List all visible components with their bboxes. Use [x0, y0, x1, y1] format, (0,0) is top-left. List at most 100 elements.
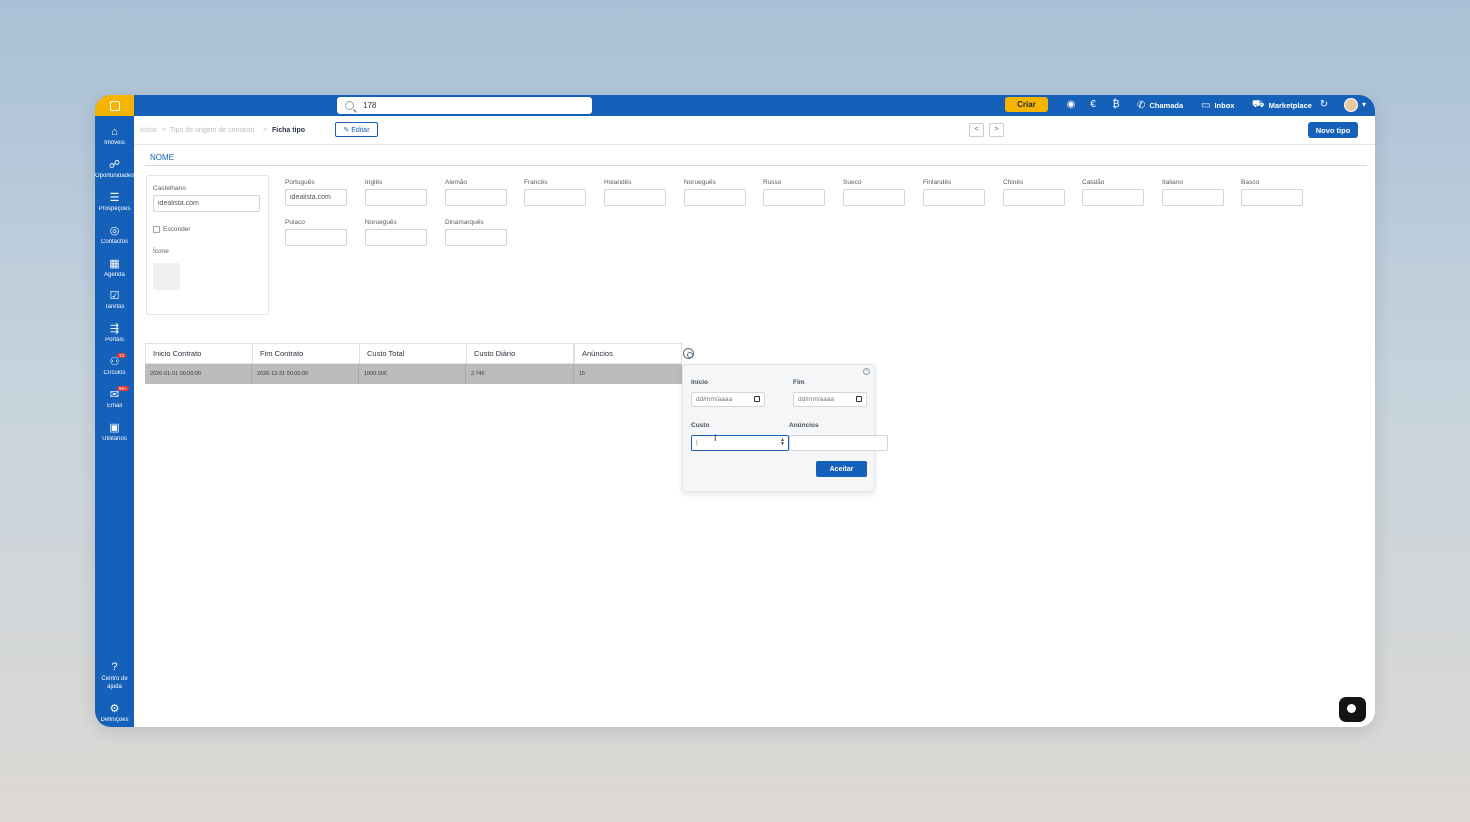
- eye-off-icon[interactable]: ◉: [1065, 99, 1077, 111]
- criar-button[interactable]: Criar: [1005, 97, 1048, 112]
- sidebar-item-email[interactable]: ✉ 99+ Email: [95, 386, 134, 409]
- lang-field-russo[interactable]: [763, 189, 825, 206]
- column-header[interactable]: Fim Contrato: [252, 343, 360, 364]
- table-cell: 2.74€: [466, 364, 574, 384]
- fim-date-input[interactable]: dd/mm/aaaa: [793, 392, 867, 407]
- search-input[interactable]: [363, 101, 563, 110]
- breadcrumb: Início > Tipo de origem de contacto > Fi…: [134, 116, 1375, 145]
- lang-label-portugues: Português: [285, 179, 315, 186]
- search-icon: [345, 101, 354, 110]
- stepper-icon[interactable]: ▲ ▼: [780, 438, 785, 447]
- custo-label: Custo: [691, 422, 710, 429]
- sidebar-item-label: Imóveis: [104, 140, 125, 146]
- lang-field-portugues[interactable]: [285, 189, 347, 206]
- lang-label-chines: Chinês: [1003, 179, 1024, 186]
- aceitar-button[interactable]: Aceitar: [816, 461, 867, 477]
- chamada-link[interactable]: ✆ Chamada: [1137, 99, 1183, 111]
- house-icon: ⌂: [111, 126, 118, 138]
- breadcrumb-separator: >: [263, 127, 268, 134]
- chevron-down-icon[interactable]: ▾: [1362, 100, 1366, 109]
- avatar[interactable]: [1344, 98, 1358, 112]
- sidebar-item-circulos[interactable]: ⚇ 13 Círculos: [95, 353, 134, 376]
- lang-field-polaco[interactable]: [285, 229, 347, 246]
- edit-button[interactable]: ✎ Editar: [335, 122, 378, 137]
- breadcrumb-tipo-origem[interactable]: Tipo de origem de contacto: [170, 127, 255, 134]
- assistant-fab-icon[interactable]: [1339, 697, 1366, 722]
- prev-button[interactable]: <: [969, 123, 984, 137]
- lang-label-basco: Basco: [1241, 179, 1260, 186]
- sidebar-item-definicoes[interactable]: ⚙ Definições: [95, 703, 134, 723]
- lang-field-noruegues-2[interactable]: [365, 229, 427, 246]
- sidebar-item-imoveis[interactable]: ⌂ Imóveis: [95, 126, 134, 146]
- lang-field-basco[interactable]: [1241, 189, 1303, 206]
- column-header[interactable]: Anúncios: [574, 343, 682, 364]
- next-button[interactable]: >: [989, 123, 1004, 137]
- app-window: Criar ◉ € ₿ ✆Chamada ▭Inbox ⛟Marketplace…: [95, 95, 1375, 727]
- sidebar-item-centro-de-ajuda[interactable]: ? Centro de ajuda: [95, 661, 134, 691]
- close-icon[interactable]: ×: [863, 368, 870, 375]
- inicio-date-input[interactable]: dd/mm/aaaa: [691, 392, 765, 407]
- logo[interactable]: [95, 95, 134, 116]
- calendar-icon[interactable]: [754, 396, 760, 402]
- lang-field-catalao[interactable]: [1082, 189, 1144, 206]
- sidebar-item-oportunidades[interactable]: ☍ Oportunidades: [95, 159, 134, 179]
- anuncios-label: Anúncios: [789, 422, 819, 429]
- calendar-icon[interactable]: [856, 396, 862, 402]
- email-badge: 99+: [117, 386, 129, 391]
- lang-label-russo: Russo: [763, 179, 782, 186]
- icon-picker[interactable]: [153, 263, 180, 290]
- table-cell: 2026-12-31 00:00:00: [252, 364, 359, 384]
- lang-label-catalao: Catalão: [1082, 179, 1105, 186]
- phone-icon: ✆: [1137, 99, 1146, 111]
- lang-field-sueco[interactable]: [843, 189, 905, 206]
- lang-field-finlandes[interactable]: [923, 189, 985, 206]
- breadcrumb-inicio[interactable]: Início: [140, 127, 157, 134]
- lang-label-polaco: Polaco: [285, 219, 305, 226]
- sidebar-item-portais[interactable]: ⇶ Portais: [95, 323, 134, 343]
- lang-field-italiano[interactable]: [1162, 189, 1224, 206]
- sidebar-item-agenda[interactable]: ▦ Agenda: [95, 258, 134, 278]
- sidebar-item-utilitarios[interactable]: ▣ Utilitários: [95, 422, 134, 442]
- lang-label-sueco: Sueco: [843, 179, 862, 186]
- inbox-link[interactable]: ▭ Inbox: [1201, 99, 1234, 111]
- lang-field-noruegues[interactable]: [684, 189, 746, 206]
- sidebar-item-prospecoes[interactable]: ☰ Prospeções: [95, 192, 134, 212]
- lang-field-dinamarques[interactable]: [445, 229, 507, 246]
- fim-placeholder: dd/mm/aaaa: [798, 396, 835, 403]
- euro-icon[interactable]: €: [1087, 99, 1099, 111]
- text-cursor-icon: I: [714, 433, 717, 443]
- sidebar-item-tarefas[interactable]: ☑ Tarefas: [95, 290, 134, 310]
- lang-label-holandes: Holandês: [604, 179, 632, 186]
- esconder-checkbox[interactable]: [153, 226, 160, 233]
- refresh-icon[interactable]: ↻: [1318, 99, 1330, 111]
- sidebar: ⌂ Imóveis ☍ Oportunidades ☰ Prospeções ◎…: [95, 116, 134, 727]
- sidebar-item-label: Oportunidades: [95, 173, 134, 179]
- column-header[interactable]: Inicio Contrato: [145, 343, 253, 364]
- anuncios-input[interactable]: [789, 435, 888, 451]
- lang-field-alemao[interactable]: [445, 189, 507, 206]
- marketplace-link[interactable]: ⛟ Marketplace: [1252, 99, 1312, 111]
- settings-icon[interactable]: [683, 348, 694, 359]
- sidebar-item-contactos[interactable]: ◎ Contactos: [95, 225, 134, 245]
- chamada-label: Chamada: [1149, 100, 1184, 110]
- lang-field-ingles[interactable]: [365, 189, 427, 206]
- lang-field-holandes[interactable]: [604, 189, 666, 206]
- bitcoin-icon[interactable]: ₿: [1110, 99, 1122, 111]
- castelhano-field[interactable]: [153, 195, 260, 212]
- icone-label: Ícone: [153, 248, 169, 255]
- circles-icon: ⚇: [109, 356, 120, 368]
- lang-field-chines[interactable]: [1003, 189, 1065, 206]
- esconder-label: Esconder: [163, 226, 191, 233]
- sidebar-item-label: Utilitários: [102, 436, 127, 442]
- lang-field-frances[interactable]: [524, 189, 586, 206]
- inbox-label: Inbox: [1214, 100, 1235, 110]
- lang-label-noruegues-2: Norueguês: [365, 219, 397, 226]
- column-header[interactable]: Custo Diário: [466, 343, 574, 364]
- custo-input[interactable]: | ▲ ▼: [691, 435, 789, 451]
- list-icon: ☰: [109, 192, 120, 204]
- fim-label: Fim: [793, 379, 805, 386]
- novo-tipo-button[interactable]: Novo tipo: [1308, 122, 1358, 138]
- column-header[interactable]: Custo Total: [359, 343, 467, 364]
- search-box[interactable]: [337, 97, 592, 114]
- sidebar-item-label: Contactos: [100, 239, 128, 245]
